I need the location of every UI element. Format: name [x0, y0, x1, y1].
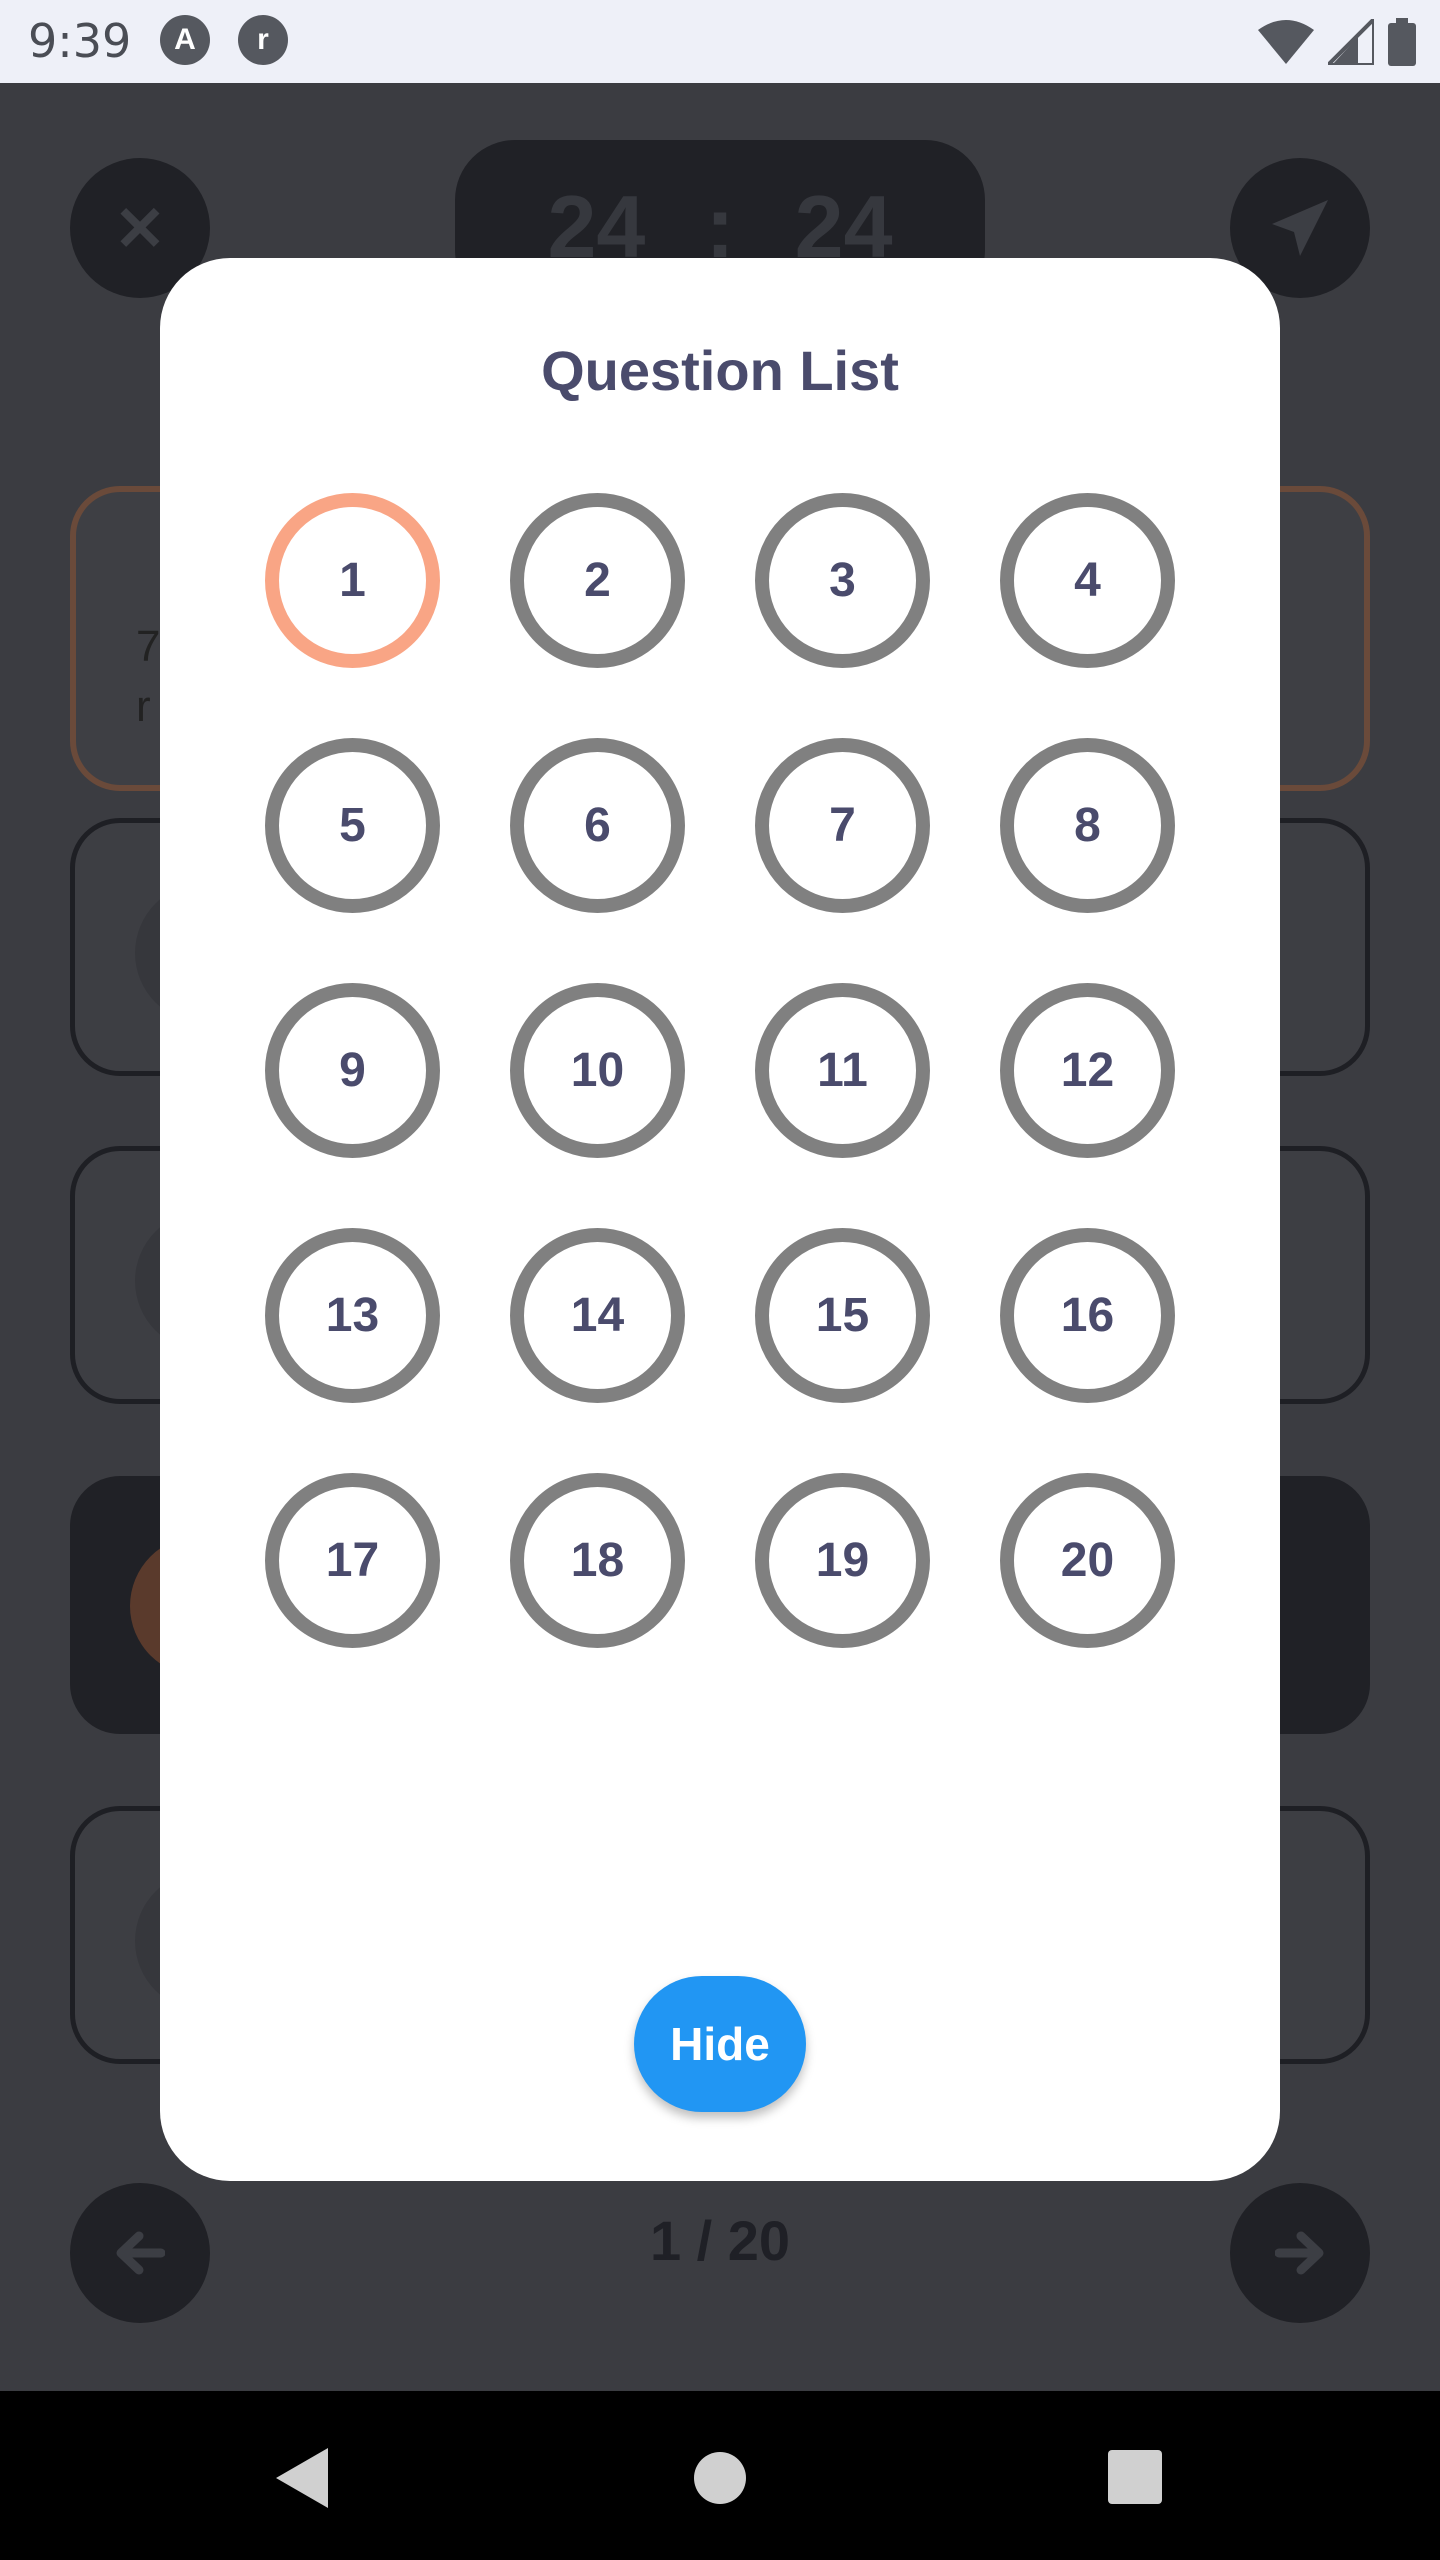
- hide-button[interactable]: Hide: [634, 1976, 806, 2112]
- close-icon: ✕: [114, 194, 166, 264]
- question-number-button[interactable]: 7: [755, 738, 930, 913]
- wifi-icon: [1258, 20, 1314, 64]
- question-list-dialog: Question List 1 2 3 4 5 6 7 8 9 10 11 12 13 14 15 16 17 1…: [160, 258, 1280, 2181]
- question-number-button[interactable]: 12: [1000, 983, 1175, 1158]
- question-number-button[interactable]: 8: [1000, 738, 1175, 913]
- question-number-button[interactable]: 2: [510, 493, 685, 668]
- status-bar: 9:39 A r: [0, 0, 1440, 83]
- question-number-button[interactable]: 18: [510, 1473, 685, 1648]
- question-number-button[interactable]: 17: [265, 1473, 440, 1648]
- question-number-button[interactable]: 3: [755, 493, 930, 668]
- question-text: 7 r: [136, 622, 161, 731]
- home-nav-icon[interactable]: [694, 2452, 746, 2504]
- notification-app-icon: A: [160, 15, 210, 65]
- question-number-button[interactable]: 6: [510, 738, 685, 913]
- question-number-button[interactable]: 20: [1000, 1473, 1175, 1648]
- cell-signal-icon: [1328, 19, 1374, 65]
- battery-icon: [1388, 18, 1416, 66]
- back-nav-icon[interactable]: [272, 2448, 328, 2508]
- question-number-button[interactable]: 10: [510, 983, 685, 1158]
- arrow-right-icon: [1275, 2231, 1324, 2275]
- question-number-button[interactable]: 15: [755, 1228, 930, 1403]
- status-indicators: [1258, 18, 1416, 66]
- question-number-button[interactable]: 19: [755, 1473, 930, 1648]
- question-number-button[interactable]: 13: [265, 1228, 440, 1403]
- question-grid: 1 2 3 4 5 6 7 8 9 10 11 12 13 14 15 16 17 18 19 20: [265, 493, 1180, 1648]
- next-button[interactable]: [1230, 2183, 1370, 2323]
- question-number-button[interactable]: 1: [265, 493, 440, 668]
- dialog-title: Question List: [541, 339, 899, 402]
- pagination-label: 1 / 20: [649, 2209, 791, 2272]
- question-number-button[interactable]: 11: [755, 983, 930, 1158]
- question-number-button[interactable]: 4: [1000, 493, 1175, 668]
- question-number-button[interactable]: 16: [1000, 1228, 1175, 1403]
- notification-app-icon: r: [238, 15, 288, 65]
- recents-nav-icon[interactable]: [1108, 2450, 1162, 2504]
- question-number-button[interactable]: 14: [510, 1228, 685, 1403]
- question-number-button[interactable]: 5: [265, 738, 440, 913]
- send-icon: [1272, 200, 1328, 256]
- question-number-button[interactable]: 9: [265, 983, 440, 1158]
- status-time: 9:39: [28, 14, 132, 68]
